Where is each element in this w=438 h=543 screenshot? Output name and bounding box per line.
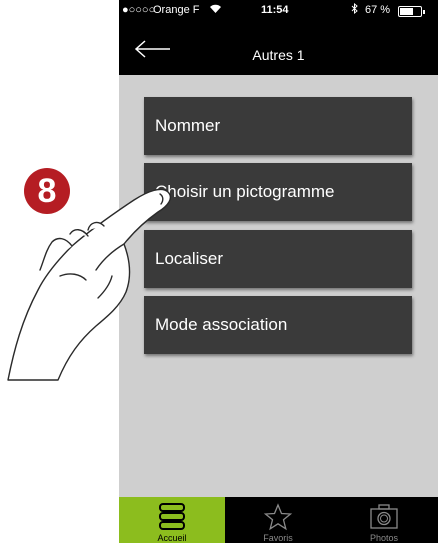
home-stack-icon [159,503,185,530]
association-mode-button[interactable]: Mode association [144,296,412,354]
signal-strength: ●○○○○ [122,4,156,16]
choose-pictogram-button[interactable]: Choisir un pictogramme [144,163,412,221]
status-bar: ●○○○○ Orange F 11:54 67 % [119,0,438,20]
clock-time: 11:54 [261,4,289,16]
battery-percentage: 67 % [365,4,391,16]
tab-label: Accueil [157,533,187,543]
pointing-hand-icon [7,188,172,381]
tab-bar: Accueil Favoris Photos [119,497,438,543]
page-title: Autres 1 [252,47,305,63]
camera-icon [370,504,398,529]
star-icon [263,503,293,531]
wifi-icon [209,3,222,17]
battery-icon [398,6,425,17]
tab-photos[interactable]: Photos [331,497,437,543]
rename-button[interactable]: Nommer [144,97,412,155]
tab-favoris[interactable]: Favoris [225,497,331,543]
tab-label: Photos [369,533,399,543]
navigation-bar: Autres 1 [119,20,438,75]
tutorial-page: 8 ●○○○○ Orange F 11:54 67 % Autres 1 Nom… [0,0,438,543]
bluetooth-icon [351,2,358,17]
tab-label: Favoris [263,533,293,543]
locate-button[interactable]: Localiser [144,230,412,288]
carrier-name: Orange F [153,4,200,16]
tab-accueil[interactable]: Accueil [119,497,225,543]
